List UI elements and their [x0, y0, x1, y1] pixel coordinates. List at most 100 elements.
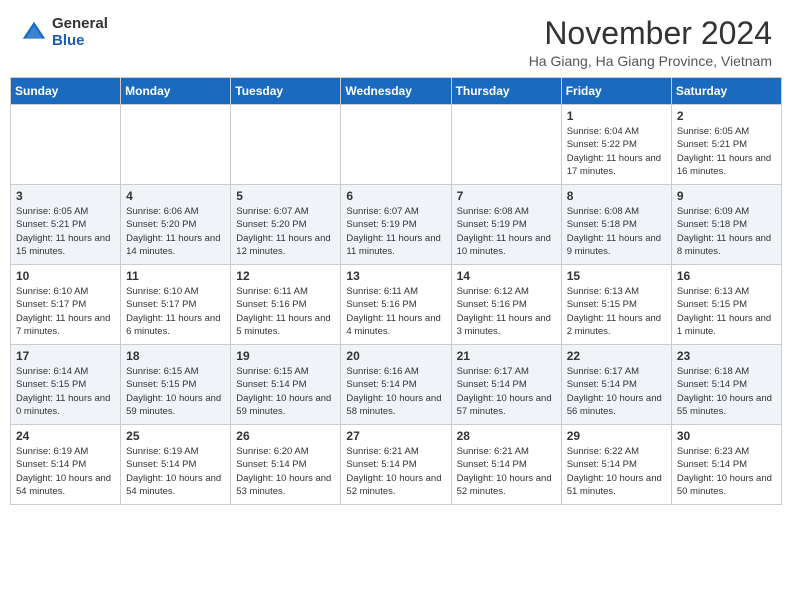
- calendar-cell: 5 Sunrise: 6:07 AM Sunset: 5:20 PM Daylig…: [231, 185, 341, 265]
- day-number: 13: [346, 269, 445, 283]
- calendar-cell: 17 Sunrise: 6:14 AM Sunset: 5:15 PM Dayli…: [11, 345, 121, 425]
- day-info: Sunrise: 6:14 AM Sunset: 5:15 PM Dayligh…: [16, 365, 115, 418]
- calendar-cell: 21Sunrise: 6:17 AM Sunset: 5:14 PM Dayli…: [451, 345, 561, 425]
- day-number: 23: [677, 349, 776, 363]
- calendar-cell: [451, 105, 561, 185]
- calendar-day-header: Sunday: [11, 78, 121, 105]
- day-info: Sunrise: 6:20 AM Sunset: 5:14 PM Dayligh…: [236, 445, 335, 498]
- day-number: 2: [677, 109, 776, 123]
- day-number: 15: [567, 269, 666, 283]
- day-info: Sunrise: 6:22 AM Sunset: 5:14 PM Dayligh…: [567, 445, 666, 498]
- calendar-cell: 6 Sunrise: 6:07 AM Sunset: 5:19 PM Daylig…: [341, 185, 451, 265]
- calendar-cell: 22Sunrise: 6:17 AM Sunset: 5:14 PM Dayli…: [561, 345, 671, 425]
- day-number: 6: [346, 189, 445, 203]
- month-title: November 2024: [529, 16, 772, 51]
- day-number: 26: [236, 429, 335, 443]
- day-number: 30: [677, 429, 776, 443]
- calendar-cell: [231, 105, 341, 185]
- day-number: 4: [126, 189, 225, 203]
- calendar-week-row: 3Sunrise: 6:05 AM Sunset: 5:21 PM Daylig…: [11, 185, 782, 265]
- day-number: 7: [457, 189, 556, 203]
- day-number: 17: [16, 349, 115, 363]
- calendar-cell: [11, 105, 121, 185]
- calendar-cell: 15 Sunrise: 6:13 AM Sunset: 5:15 PM Dayli…: [561, 265, 671, 345]
- day-number: 9: [677, 189, 776, 203]
- logo-icon: [20, 19, 48, 47]
- day-info: Sunrise: 6:21 AM Sunset: 5:14 PM Dayligh…: [346, 445, 445, 498]
- calendar-day-header: Wednesday: [341, 78, 451, 105]
- day-info: Sunrise: 6:17 AM Sunset: 5:14 PM Dayligh…: [457, 365, 556, 418]
- day-number: 20: [346, 349, 445, 363]
- day-number: 11: [126, 269, 225, 283]
- calendar-cell: 23Sunrise: 6:18 AM Sunset: 5:14 PM Dayli…: [671, 345, 781, 425]
- day-info: Sunrise: 6:07 AM Sunset: 5:20 PM Dayligh…: [236, 205, 335, 258]
- day-number: 19: [236, 349, 335, 363]
- day-info: Sunrise: 6:19 AM Sunset: 5:14 PM Dayligh…: [126, 445, 225, 498]
- day-info: Sunrise: 6:06 AM Sunset: 5:20 PM Dayligh…: [126, 205, 225, 258]
- calendar-day-header: Thursday: [451, 78, 561, 105]
- day-info: Sunrise: 6:07 AM Sunset: 5:19 PM Dayligh…: [346, 205, 445, 258]
- calendar-cell: 12Sunrise: 6:11 AM Sunset: 5:16 PM Dayli…: [231, 265, 341, 345]
- calendar-day-header: Friday: [561, 78, 671, 105]
- day-number: 28: [457, 429, 556, 443]
- calendar-cell: 26 Sunrise: 6:20 AM Sunset: 5:14 PM Dayli…: [231, 425, 341, 505]
- day-number: 12: [236, 269, 335, 283]
- day-info: Sunrise: 6:08 AM Sunset: 5:19 PM Dayligh…: [457, 205, 556, 258]
- logo-blue-text: Blue: [52, 33, 108, 50]
- day-info: Sunrise: 6:05 AM Sunset: 5:21 PM Dayligh…: [677, 125, 776, 178]
- calendar-cell: 8 Sunrise: 6:08 AM Sunset: 5:18 PM Daylig…: [561, 185, 671, 265]
- calendar-cell: [341, 105, 451, 185]
- calendar-day-header: Monday: [121, 78, 231, 105]
- calendar-cell: 13 Sunrise: 6:11 AM Sunset: 5:16 PM Dayli…: [341, 265, 451, 345]
- calendar-week-row: 24 Sunrise: 6:19 AM Sunset: 5:14 PM Dayli…: [11, 425, 782, 505]
- calendar-cell: 14Sunrise: 6:12 AM Sunset: 5:16 PM Dayli…: [451, 265, 561, 345]
- day-info: Sunrise: 6:04 AM Sunset: 5:22 PM Dayligh…: [567, 125, 666, 178]
- calendar-table: SundayMondayTuesdayWednesdayThursdayFrid…: [10, 77, 782, 505]
- calendar-day-header: Saturday: [671, 78, 781, 105]
- header: General Blue November 2024 Ha Giang, Ha …: [0, 0, 792, 77]
- day-info: Sunrise: 6:08 AM Sunset: 5:18 PM Dayligh…: [567, 205, 666, 258]
- day-number: 18: [126, 349, 225, 363]
- day-info: Sunrise: 6:13 AM Sunset: 5:15 PM Dayligh…: [567, 285, 666, 338]
- calendar-cell: 18 Sunrise: 6:15 AM Sunset: 5:15 PM Dayli…: [121, 345, 231, 425]
- day-number: 24: [16, 429, 115, 443]
- day-number: 8: [567, 189, 666, 203]
- day-number: 10: [16, 269, 115, 283]
- day-info: Sunrise: 6:21 AM Sunset: 5:14 PM Dayligh…: [457, 445, 556, 498]
- calendar-week-row: 10 Sunrise: 6:10 AM Sunset: 5:17 PM Dayli…: [11, 265, 782, 345]
- calendar-cell: 25Sunrise: 6:19 AM Sunset: 5:14 PM Dayli…: [121, 425, 231, 505]
- day-number: 29: [567, 429, 666, 443]
- day-info: Sunrise: 6:10 AM Sunset: 5:17 PM Dayligh…: [16, 285, 115, 338]
- day-number: 5: [236, 189, 335, 203]
- day-info: Sunrise: 6:15 AM Sunset: 5:15 PM Dayligh…: [126, 365, 225, 418]
- title-section: November 2024 Ha Giang, Ha Giang Provinc…: [529, 16, 772, 69]
- calendar-day-header: Tuesday: [231, 78, 341, 105]
- calendar-cell: 28 Sunrise: 6:21 AM Sunset: 5:14 PM Dayli…: [451, 425, 561, 505]
- day-info: Sunrise: 6:16 AM Sunset: 5:14 PM Dayligh…: [346, 365, 445, 418]
- calendar-week-row: 1 Sunrise: 6:04 AM Sunset: 5:22 PM Daylig…: [11, 105, 782, 185]
- calendar-cell: 1 Sunrise: 6:04 AM Sunset: 5:22 PM Daylig…: [561, 105, 671, 185]
- calendar-cell: 4 Sunrise: 6:06 AM Sunset: 5:20 PM Daylig…: [121, 185, 231, 265]
- day-info: Sunrise: 6:19 AM Sunset: 5:14 PM Dayligh…: [16, 445, 115, 498]
- day-info: Sunrise: 6:23 AM Sunset: 5:14 PM Dayligh…: [677, 445, 776, 498]
- day-number: 1: [567, 109, 666, 123]
- day-number: 16: [677, 269, 776, 283]
- day-info: Sunrise: 6:17 AM Sunset: 5:14 PM Dayligh…: [567, 365, 666, 418]
- calendar-cell: 3Sunrise: 6:05 AM Sunset: 5:21 PM Daylig…: [11, 185, 121, 265]
- day-number: 27: [346, 429, 445, 443]
- location-text: Ha Giang, Ha Giang Province, Vietnam: [529, 53, 772, 69]
- day-info: Sunrise: 6:15 AM Sunset: 5:14 PM Dayligh…: [236, 365, 335, 418]
- day-info: Sunrise: 6:13 AM Sunset: 5:15 PM Dayligh…: [677, 285, 776, 338]
- logo: General Blue: [20, 16, 108, 49]
- calendar-cell: 11 Sunrise: 6:10 AM Sunset: 5:17 PM Dayli…: [121, 265, 231, 345]
- calendar-cell: 20 Sunrise: 6:16 AM Sunset: 5:14 PM Dayli…: [341, 345, 451, 425]
- logo-general-text: General: [52, 16, 108, 33]
- day-info: Sunrise: 6:05 AM Sunset: 5:21 PM Dayligh…: [16, 205, 115, 258]
- calendar-cell: 16 Sunrise: 6:13 AM Sunset: 5:15 PM Dayli…: [671, 265, 781, 345]
- calendar-cell: 27 Sunrise: 6:21 AM Sunset: 5:14 PM Dayli…: [341, 425, 451, 505]
- day-info: Sunrise: 6:11 AM Sunset: 5:16 PM Dayligh…: [346, 285, 445, 338]
- calendar-cell: 9 Sunrise: 6:09 AM Sunset: 5:18 PM Daylig…: [671, 185, 781, 265]
- day-info: Sunrise: 6:09 AM Sunset: 5:18 PM Dayligh…: [677, 205, 776, 258]
- day-info: Sunrise: 6:10 AM Sunset: 5:17 PM Dayligh…: [126, 285, 225, 338]
- calendar-header-row: SundayMondayTuesdayWednesdayThursdayFrid…: [11, 78, 782, 105]
